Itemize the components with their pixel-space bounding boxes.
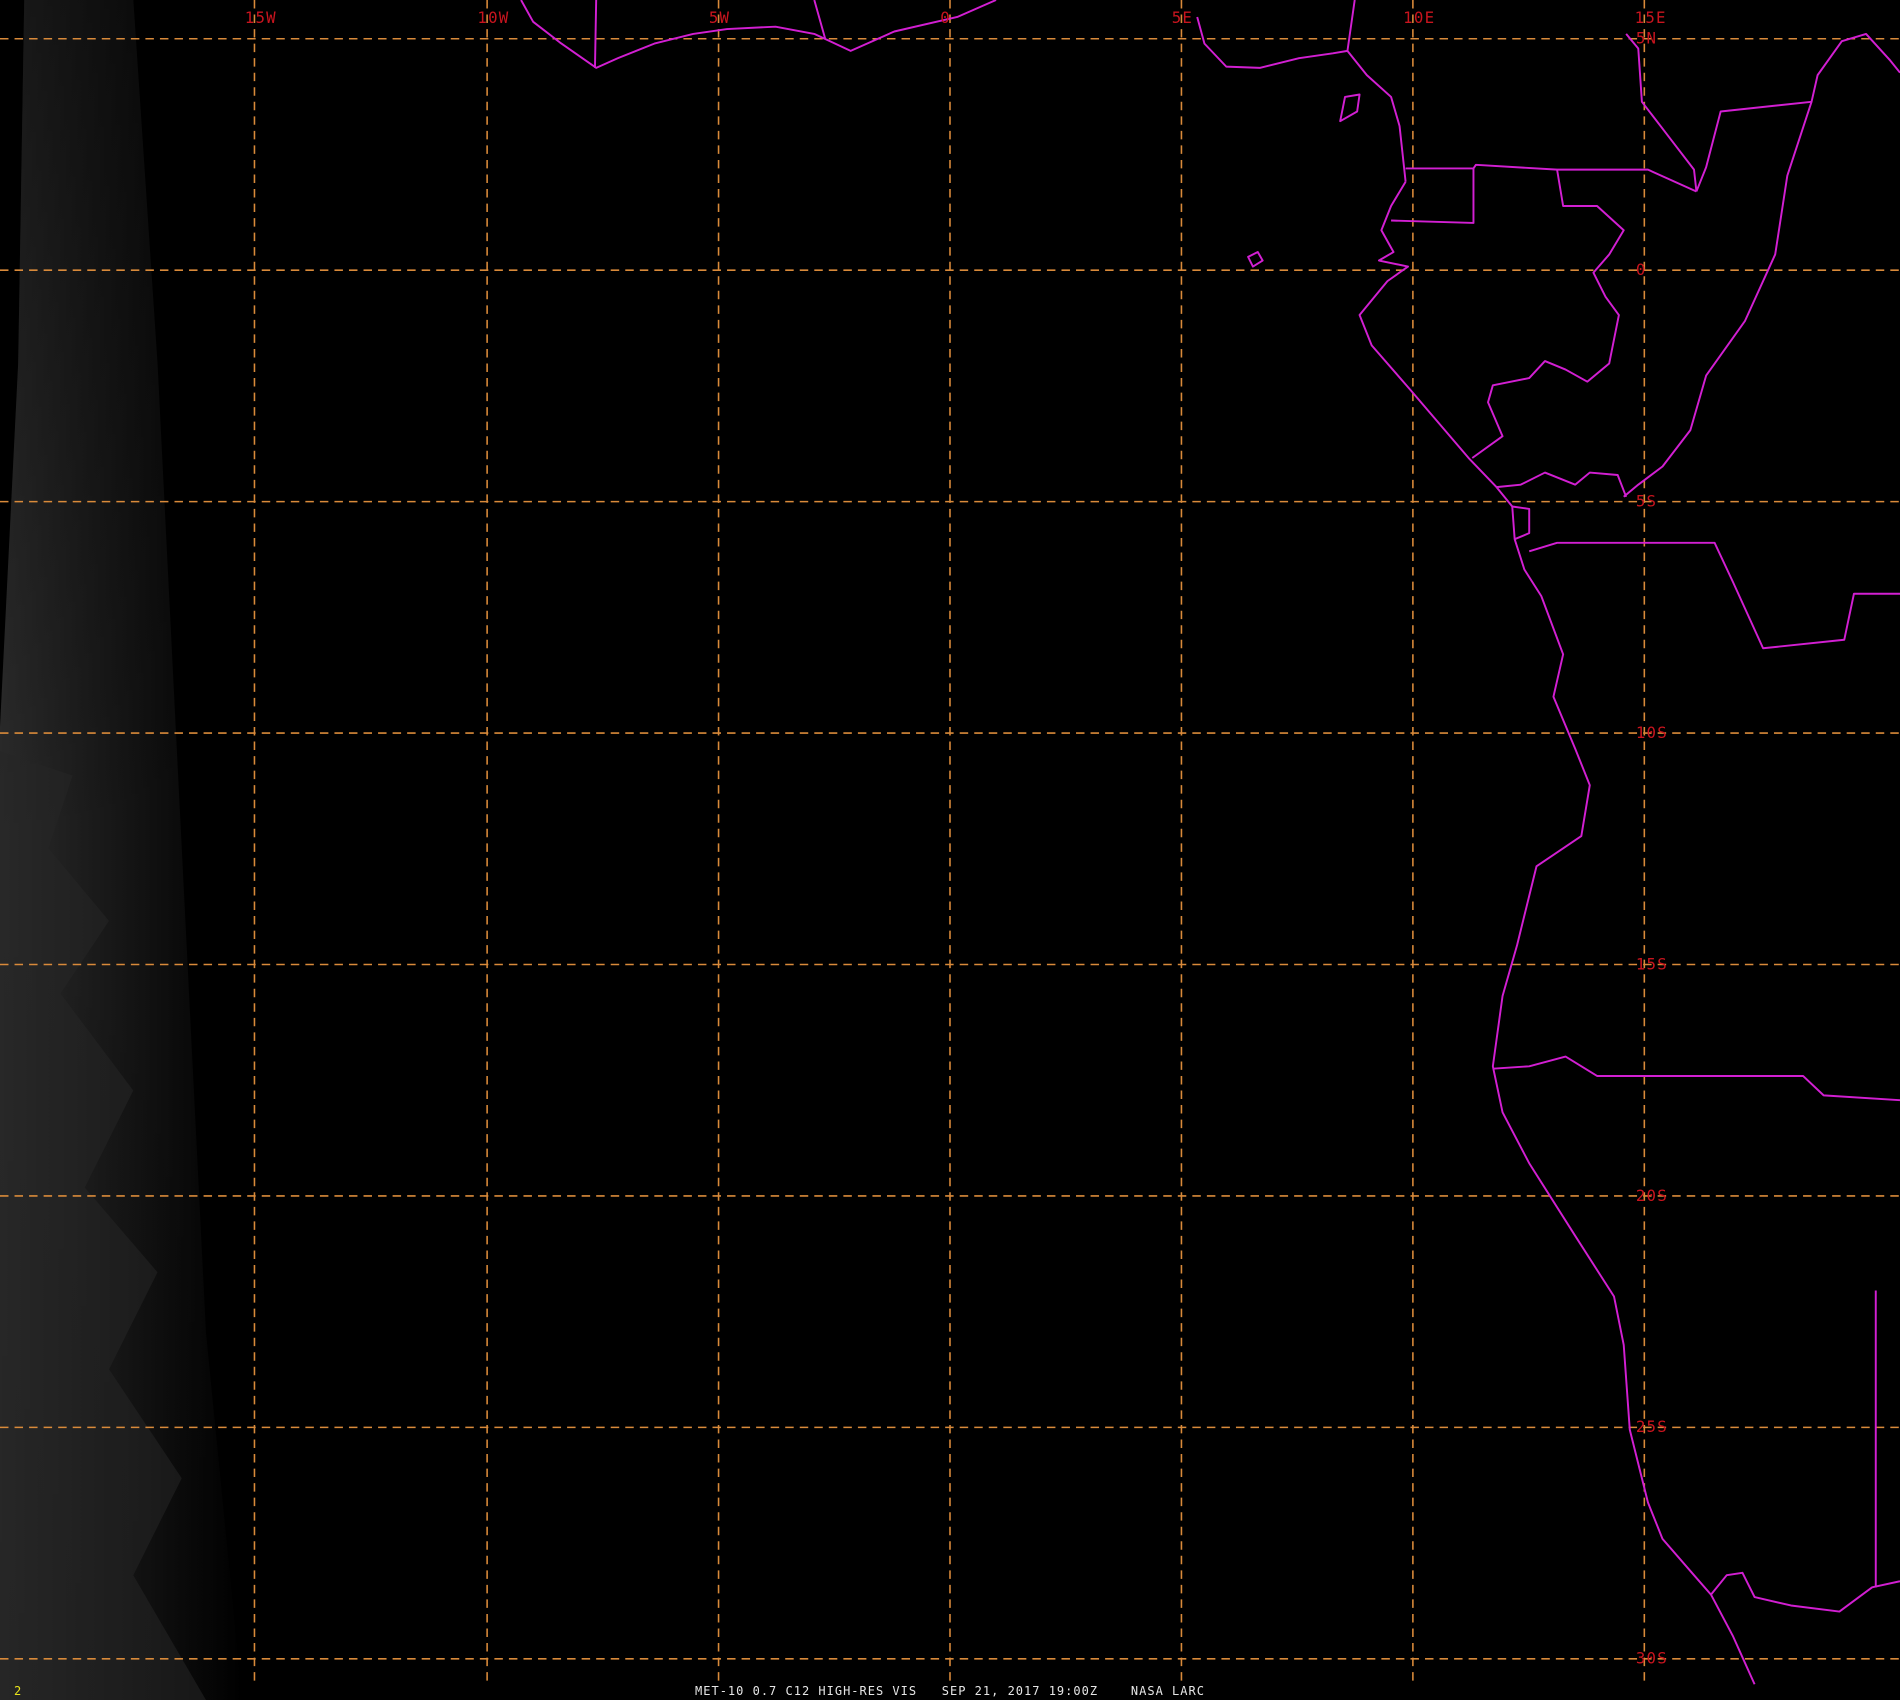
longitude-label: 0 bbox=[940, 8, 951, 27]
congo-drc-border bbox=[1625, 33, 1698, 192]
cabinda-border bbox=[1496, 471, 1628, 498]
map-canvas: 15W 10W 5W 0 5E 10E 15E 5N 0 5S 10S 15S 20S 25S 30S bbox=[0, 0, 1900, 1700]
latitude-label: 5N bbox=[1636, 29, 1657, 48]
namibia-south-border bbox=[1710, 1571, 1900, 1613]
congo-river-border bbox=[1695, 32, 1900, 192]
latitude-label: 10S bbox=[1636, 723, 1668, 742]
west-africa-coast bbox=[520, 0, 997, 69]
gabon-congo-border bbox=[1471, 169, 1625, 459]
togo-border bbox=[813, 0, 827, 40]
satellite-image-viewer: 15W 10W 5W 0 5E 10E 15E 5N 0 5S 10S 15S 20S 25S 30S 2… bbox=[0, 0, 1900, 1700]
ghana-border bbox=[593, 0, 598, 68]
bioko-island bbox=[1339, 93, 1361, 123]
cameroon-south-border bbox=[1405, 163, 1697, 193]
latitude-label: 5S bbox=[1636, 491, 1657, 510]
image-caption: MET-10 0.7 C12 HIGH-RES VIS SEP 21, 2017… bbox=[695, 1684, 1205, 1698]
nigeria-cameroon-border bbox=[1346, 0, 1407, 182]
angola-north-border bbox=[1512, 505, 1900, 650]
longitude-label: 5E bbox=[1172, 8, 1193, 27]
coastlines bbox=[520, 0, 1900, 1685]
cloud-limb-band bbox=[0, 0, 243, 1700]
longitude-label: 10E bbox=[1403, 8, 1435, 27]
angola-namibia-border bbox=[1492, 1055, 1900, 1102]
drc-west-border bbox=[1623, 101, 1813, 498]
sao-tome-island bbox=[1247, 251, 1264, 268]
latitude-label: 0 bbox=[1636, 260, 1647, 279]
latitude-label: 30S bbox=[1636, 1649, 1668, 1668]
longitude-label: 5W bbox=[709, 8, 730, 27]
longitude-label: 15E bbox=[1635, 8, 1667, 27]
latitude-label: 20S bbox=[1636, 1186, 1668, 1205]
equatorial-guinea-border bbox=[1391, 168, 1475, 224]
longitude-label: 10W bbox=[477, 8, 509, 27]
graticule bbox=[0, 0, 1900, 1682]
longitude-label: 15W bbox=[245, 8, 277, 27]
central-coast bbox=[1358, 181, 1756, 1685]
latitude-label: 25S bbox=[1636, 1417, 1668, 1436]
latitude-label: 15S bbox=[1636, 954, 1668, 973]
latitude-labels: 5N 0 5S 10S 15S 20S 25S 30S bbox=[1636, 29, 1668, 1668]
gulf-of-guinea-coast bbox=[1196, 16, 1348, 69]
